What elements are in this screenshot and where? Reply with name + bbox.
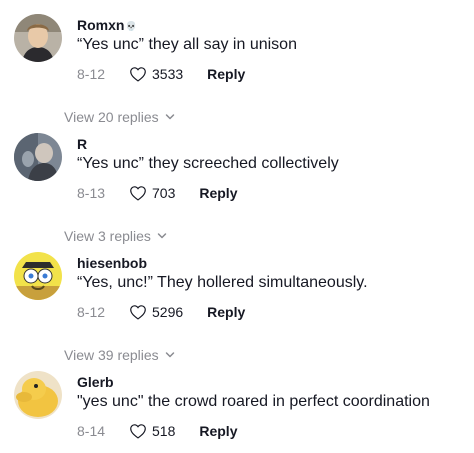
reply-button[interactable]: Reply (199, 423, 237, 439)
chevron-down-icon (165, 114, 174, 120)
comment-text: "yes unc" the crowd roared in perfect co… (77, 393, 430, 410)
username[interactable]: Romxn💀 (77, 17, 137, 33)
like-count: 703 (152, 185, 176, 201)
comment-date: 8-14 (77, 423, 106, 439)
like-count: 3533 (152, 66, 184, 82)
comment-meta: 8-12 5296 Reply (77, 302, 245, 322)
heart-outline-icon (130, 305, 146, 320)
chevron-down-icon (165, 352, 174, 358)
like-button[interactable]: 3533 (129, 66, 183, 82)
reply-button[interactable]: Reply (207, 304, 245, 320)
like-button[interactable]: 518 (129, 423, 175, 439)
like-button[interactable]: 5296 (129, 304, 183, 320)
avatar[interactable] (14, 133, 62, 181)
comment-text: “Yes unc” they all say in unison (77, 36, 297, 53)
view-replies-label: View 39 replies (64, 347, 159, 363)
comment-meta: 8-13 703 Reply (77, 183, 237, 203)
chevron-down-icon (157, 233, 167, 239)
like-button[interactable]: 703 (129, 185, 175, 201)
comment-text: “Yes, unc!” They hollered simultaneously… (77, 274, 368, 291)
heart-outline-icon (130, 67, 146, 82)
avatar[interactable] (14, 14, 62, 62)
view-replies-button[interactable]: View 39 replies (64, 347, 175, 363)
avatar[interactable] (14, 252, 62, 300)
view-replies-label: View 3 replies (64, 228, 151, 244)
comment-date: 8-12 (77, 304, 106, 320)
like-count: 518 (152, 423, 176, 439)
view-replies-button[interactable]: View 20 replies (64, 109, 175, 125)
avatar-image (14, 133, 62, 181)
comment-date: 8-13 (77, 185, 106, 201)
avatar-image (14, 14, 62, 62)
username-text: Romxn (77, 17, 125, 33)
reply-button[interactable]: Reply (199, 185, 237, 201)
heart-outline-icon (130, 424, 146, 439)
reply-button[interactable]: Reply (207, 66, 245, 82)
username[interactable]: Glerb (77, 374, 114, 390)
username[interactable]: R (77, 136, 87, 152)
like-count: 5296 (152, 304, 184, 320)
comment-meta: 8-12 3533 Reply (77, 64, 245, 84)
avatar-image (14, 371, 62, 419)
avatar-image (14, 252, 62, 300)
comment-meta: 8-14 518 Reply (77, 421, 237, 441)
heart-outline-icon (130, 186, 146, 201)
view-replies-button[interactable]: View 3 replies (64, 228, 167, 244)
comment-text: “Yes unc” they screeched collectively (77, 155, 339, 172)
avatar[interactable] (14, 371, 62, 419)
view-replies-label: View 20 replies (64, 109, 159, 125)
comment-date: 8-12 (77, 66, 106, 82)
username[interactable]: hiesenbob (77, 255, 147, 271)
comment-list: Romxn💀 “Yes unc” they all say in unison … (0, 0, 474, 453)
skull-emoji-badge: 💀 (125, 21, 137, 31)
